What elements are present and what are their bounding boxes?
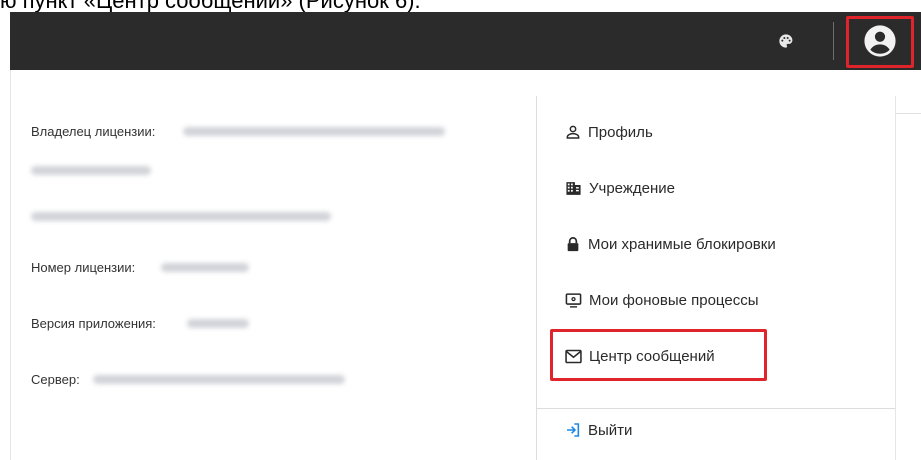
person-icon: [566, 125, 580, 139]
menu-item-institution-label: Учреждение: [589, 179, 675, 197]
header-divider: [833, 22, 834, 60]
caption-text: ю пункт «Центр сообщений» (Рисунок 6).: [0, 0, 421, 12]
license-owner-label: Владелец лицензии:: [31, 124, 156, 139]
palette-icon[interactable]: [778, 33, 794, 49]
user-menu: Профиль Учреждение Мои хранимые блокиров…: [536, 96, 896, 460]
monitor-icon: [565, 292, 582, 308]
building-icon: [566, 181, 581, 195]
menu-separator: [537, 408, 895, 409]
license-owner-value: [183, 127, 445, 136]
license-extra-value: [31, 212, 331, 221]
license-info: Владелец лицензии: Номер лицензии: Верси…: [11, 70, 537, 460]
menu-item-profile-label: Профиль: [588, 123, 653, 141]
app-version-value: [187, 319, 249, 328]
license-number-label: Номер лицензии:: [31, 260, 136, 275]
menu-item-locks[interactable]: Мои хранимые блокировки: [565, 232, 776, 256]
server-value: [93, 375, 345, 384]
panel-edge-line: [894, 113, 921, 114]
menu-item-logout[interactable]: Выйти: [565, 418, 632, 442]
license-owner-value-cont: [31, 166, 151, 175]
menu-item-background-processes[interactable]: Мои фоновые процессы: [565, 288, 758, 312]
menu-item-background-processes-label: Мои фоновые процессы: [589, 291, 759, 309]
menu-item-message-center-label: Центр сообщений: [589, 347, 715, 365]
app-version-label: Версия приложения:: [31, 316, 156, 331]
server-label: Сервер:: [31, 372, 80, 387]
menu-item-locks-label: Мои хранимые блокировки: [588, 235, 776, 253]
menu-item-institution[interactable]: Учреждение: [565, 176, 675, 200]
menu-item-logout-label: Выйти: [588, 421, 633, 439]
document-caption: ю пункт «Центр сообщений» (Рисунок 6).: [0, 0, 921, 12]
license-number-value: [161, 263, 249, 272]
menu-item-profile[interactable]: Профиль: [565, 120, 653, 144]
lock-icon: [567, 236, 579, 251]
logout-icon: [567, 423, 580, 437]
mail-icon: [565, 349, 582, 363]
menu-item-message-center[interactable]: Центр сообщений: [565, 344, 715, 368]
account-button-highlight: [846, 16, 914, 68]
